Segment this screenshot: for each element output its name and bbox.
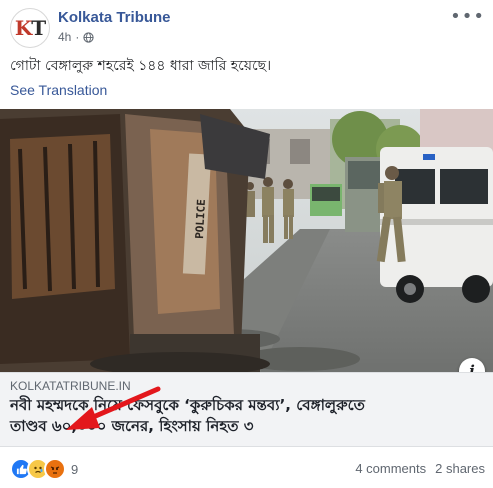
meta-separator: · <box>75 30 80 44</box>
reaction-count: 9 <box>71 461 79 477</box>
avatar-letter-t: T <box>31 16 46 40</box>
globe-icon <box>83 31 94 43</box>
link-headline: নবী মহম্মদকে নিয়ে ফেসবুকে ‘কুরুচিকর মন্… <box>10 395 485 437</box>
link-preview-image[interactable]: POLICE i <box>0 109 493 372</box>
page-name-link[interactable]: Kolkata Tribune <box>58 9 171 26</box>
more-dots-icon[interactable]: ••• <box>450 6 485 27</box>
link-preview-box[interactable]: KOLKATATRIBUNE.IN নবী মহম্মদকে নিয়ে ফেস… <box>0 372 493 447</box>
reactions-summary[interactable]: 9 <box>10 458 78 480</box>
shares-count-link[interactable]: 2 shares <box>435 461 485 476</box>
street-scene-illustration: POLICE <box>0 109 493 372</box>
headline-line-1: নবী মহম্মদকে নিয়ে ফেসবুকে ‘কুরুচিকর মন্… <box>10 396 365 414</box>
avatar-letter-k: K <box>14 16 32 40</box>
post-stats: 4 comments 2 shares <box>355 461 485 476</box>
post-meta: 4h · <box>58 30 94 44</box>
angry-icon <box>44 458 66 480</box>
link-domain: KOLKATATRIBUNE.IN <box>10 379 131 393</box>
headline-line-2: তাণ্ডব ৬০,০০০ জনের, হিংসায় নিহত ৩ <box>10 417 254 435</box>
police-vehicle-text: POLICE <box>193 199 208 239</box>
comments-count-link[interactable]: 4 comments <box>355 461 426 476</box>
page-avatar[interactable]: KT <box>10 8 50 48</box>
post-header: KT Kolkata Tribune 4h · ••• <box>10 6 485 48</box>
post-time[interactable]: 4h <box>58 30 71 44</box>
see-translation-link[interactable]: See Translation <box>10 82 107 98</box>
post-text: গোটা বেঙ্গালুরু শহরেই ১৪৪ ধারা জারি হয়ে… <box>10 58 272 74</box>
